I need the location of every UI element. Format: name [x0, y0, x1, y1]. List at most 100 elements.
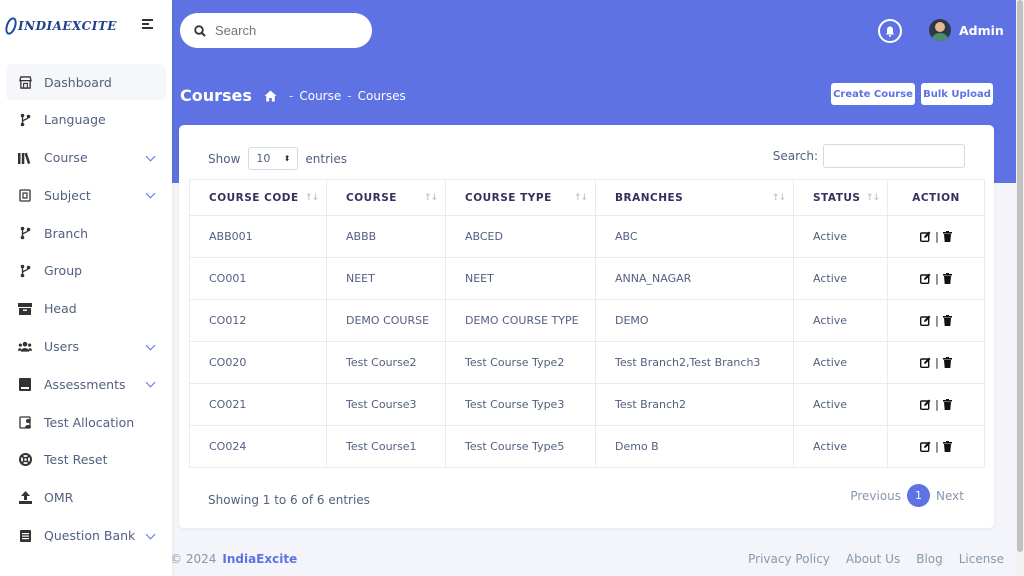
- brand-logo[interactable]: INDIAEXCITE: [3, 15, 117, 37]
- sidebar-item-subject[interactable]: Subject: [6, 177, 166, 213]
- cell-course: ABBB: [326, 215, 446, 258]
- edit-icon[interactable]: [920, 441, 931, 452]
- sidebar-item-assessments[interactable]: Assessments: [6, 366, 166, 402]
- sidebar-toggle-icon[interactable]: [142, 19, 153, 31]
- user-tag-icon: [18, 415, 32, 429]
- cell-course: NEET: [326, 257, 446, 300]
- edit-icon[interactable]: [920, 231, 931, 242]
- trash-icon[interactable]: [942, 231, 952, 242]
- action-separator: |: [935, 230, 939, 243]
- column-header-label: COURSE CODE: [209, 191, 299, 204]
- footer-brand-link[interactable]: IndiaExcite: [222, 552, 297, 566]
- sidebar-item-dashboard[interactable]: Dashboard: [6, 64, 166, 100]
- edit-icon[interactable]: [920, 357, 931, 368]
- bell-icon: [885, 26, 895, 37]
- column-header-label: COURSE: [346, 191, 397, 204]
- edit-icon[interactable]: [920, 399, 931, 410]
- column-header-course-type[interactable]: COURSE TYPE ↑↓: [445, 179, 596, 216]
- edit-icon[interactable]: [920, 315, 931, 326]
- notifications-button[interactable]: [878, 19, 902, 43]
- column-header-course-code[interactable]: COURSE CODE ↑↓: [189, 179, 327, 216]
- column-header-label: COURSE TYPE: [465, 191, 552, 204]
- table-row: ABB001 ABBB ABCED ABC Active |: [189, 215, 985, 258]
- bulk-upload-button[interactable]: Bulk Upload: [921, 83, 993, 105]
- page-title: Courses: [180, 86, 252, 105]
- page-scrollbar[interactable]: [1016, 0, 1024, 576]
- footer-link-blog[interactable]: Blog: [916, 552, 943, 566]
- trash-icon[interactable]: [942, 399, 952, 410]
- sort-icon[interactable]: ↑↓: [574, 193, 588, 203]
- edit-icon[interactable]: [920, 273, 931, 284]
- cell-course-code: CO012: [189, 299, 327, 342]
- sidebar-item-branch[interactable]: Branch: [6, 215, 166, 251]
- trash-icon[interactable]: [942, 357, 952, 368]
- home-icon[interactable]: [264, 90, 277, 102]
- upload-icon: [18, 491, 32, 505]
- cell-status: Active: [793, 257, 888, 300]
- sidebar-item-head[interactable]: Head: [6, 291, 166, 327]
- footer-link-license[interactable]: License: [959, 552, 1004, 566]
- cell-course-code: CO020: [189, 341, 327, 384]
- sort-icon[interactable]: ↑↓: [305, 193, 319, 203]
- previous-button[interactable]: Previous: [850, 489, 901, 503]
- page-button-1[interactable]: 1: [907, 484, 931, 507]
- table-search-input[interactable]: [823, 144, 965, 168]
- page-size-select[interactable]: 10 ⬍: [248, 147, 299, 170]
- code-branch-icon: [18, 264, 32, 278]
- breadcrumb-item-courses: Courses: [357, 89, 406, 103]
- sidebar-item-course[interactable]: Course: [6, 140, 166, 176]
- cell-status: Active: [793, 383, 888, 426]
- sidebar-item-test-allocation[interactable]: Test Allocation: [6, 404, 166, 440]
- search-input[interactable]: [215, 23, 355, 38]
- column-header-label: BRANCHES: [615, 191, 684, 204]
- sidebar-item-group[interactable]: Group: [6, 253, 166, 289]
- chevron-down-icon[interactable]: [145, 529, 156, 540]
- sidebar-item-language[interactable]: Language: [6, 102, 166, 138]
- chevron-down-icon[interactable]: [145, 188, 156, 199]
- breadcrumb-item-course[interactable]: Course: [299, 89, 341, 103]
- code-branch-icon: [18, 113, 32, 127]
- column-header-branches[interactable]: BRANCHES ↑↓: [595, 179, 794, 216]
- chevron-down-icon[interactable]: [145, 151, 156, 162]
- sort-icon[interactable]: ↑↓: [866, 193, 880, 203]
- table-header-row: COURSE CODE ↑↓ COURSE ↑↓ COURSE TYPE ↑↓ BRA…: [189, 179, 985, 216]
- sidebar-nav: Dashboard Language Course Subject Branch…: [0, 64, 172, 554]
- sidebar-item-users[interactable]: Users: [6, 329, 166, 365]
- cell-course-type: DEMO COURSE TYPE: [445, 299, 596, 342]
- trash-icon[interactable]: [942, 273, 952, 284]
- search-bar[interactable]: [180, 13, 372, 48]
- action-separator: |: [935, 398, 939, 411]
- column-header-status[interactable]: STATUS ↑↓: [793, 179, 888, 216]
- book-icon: [18, 377, 32, 391]
- table-search-label: Search:: [772, 149, 818, 163]
- footer-link-about-us[interactable]: About Us: [846, 552, 900, 566]
- breadcrumb: - Course - Courses: [264, 89, 406, 103]
- cell-course-code: CO001: [189, 257, 327, 300]
- cell-action: |: [887, 383, 985, 426]
- scrollbar-thumb[interactable]: [1017, 0, 1023, 552]
- trash-icon[interactable]: [942, 315, 952, 326]
- sort-icon[interactable]: ↑↓: [424, 193, 438, 203]
- next-button[interactable]: Next: [936, 489, 964, 503]
- cell-course: Test Course1: [326, 425, 446, 468]
- chevron-down-icon[interactable]: [145, 377, 156, 388]
- user-menu[interactable]: Admin: [929, 19, 1004, 41]
- action-separator: |: [935, 356, 939, 369]
- sort-icon[interactable]: ↑↓: [772, 193, 786, 203]
- sidebar-item-question-bank[interactable]: Question Bank: [6, 518, 166, 554]
- cell-action: |: [887, 425, 985, 468]
- avatar[interactable]: [929, 19, 951, 41]
- table-row: CO020 Test Course2 Test Course Type2 Tes…: [189, 341, 985, 384]
- cell-status: Active: [793, 425, 888, 468]
- cell-status: Active: [793, 341, 888, 384]
- chevron-down-icon[interactable]: [145, 340, 156, 351]
- sidebar-item-test-reset[interactable]: Test Reset: [6, 442, 166, 478]
- create-course-button[interactable]: Create Course: [831, 83, 915, 105]
- sidebar-item-omr[interactable]: OMR: [6, 480, 166, 516]
- breadcrumb-separator: -: [347, 89, 352, 103]
- column-header-course[interactable]: COURSE ↑↓: [326, 179, 446, 216]
- life-ring-icon: [18, 453, 32, 467]
- footer-link-privacy-policy[interactable]: Privacy Policy: [748, 552, 830, 566]
- select-arrows-icon: ⬍: [283, 154, 291, 163]
- trash-icon[interactable]: [942, 441, 952, 452]
